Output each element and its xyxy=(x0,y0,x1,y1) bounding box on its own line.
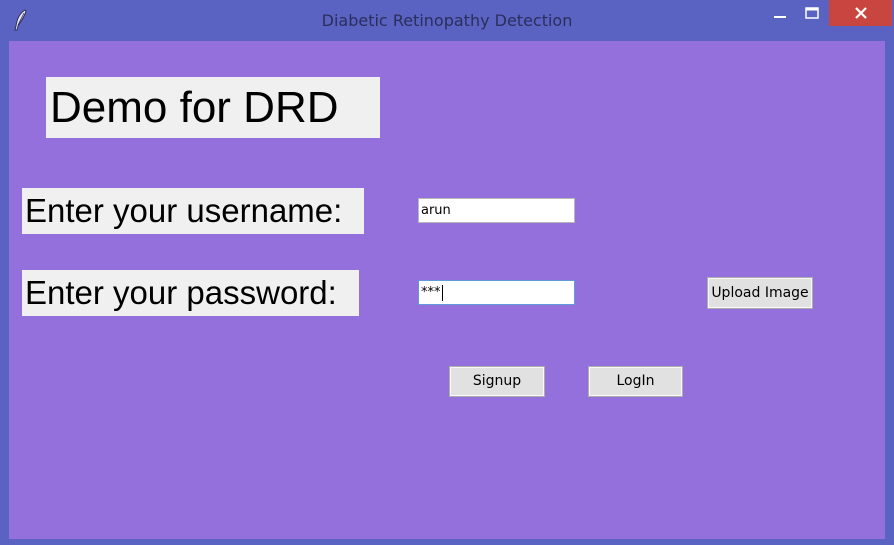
login-button[interactable]: LogIn xyxy=(588,366,683,397)
username-field[interactable]: arun xyxy=(418,198,575,223)
client-area: Demo for DRD Enter your username: arun E… xyxy=(9,41,885,539)
close-icon xyxy=(854,7,867,19)
close-button[interactable] xyxy=(829,0,892,26)
minimize-button[interactable] xyxy=(766,0,794,26)
window-title: Diabetic Retinopathy Detection xyxy=(321,11,573,30)
password-label: Enter your password: xyxy=(22,270,359,316)
password-field[interactable]: *** xyxy=(418,280,575,305)
username-label: Enter your username: xyxy=(22,188,364,234)
maximize-button[interactable] xyxy=(798,0,826,26)
text-caret xyxy=(441,284,443,301)
title-bar[interactable]: Diabetic Retinopathy Detection xyxy=(0,0,894,40)
page-title: Demo for DRD xyxy=(46,77,380,138)
password-value: *** xyxy=(421,285,441,300)
app-window: Diabetic Retinopathy Detection Demo for … xyxy=(0,0,894,545)
minimize-icon xyxy=(774,16,786,18)
maximize-icon xyxy=(805,7,819,19)
signup-button[interactable]: Signup xyxy=(449,366,545,397)
upload-image-button[interactable]: Upload Image xyxy=(707,277,813,309)
